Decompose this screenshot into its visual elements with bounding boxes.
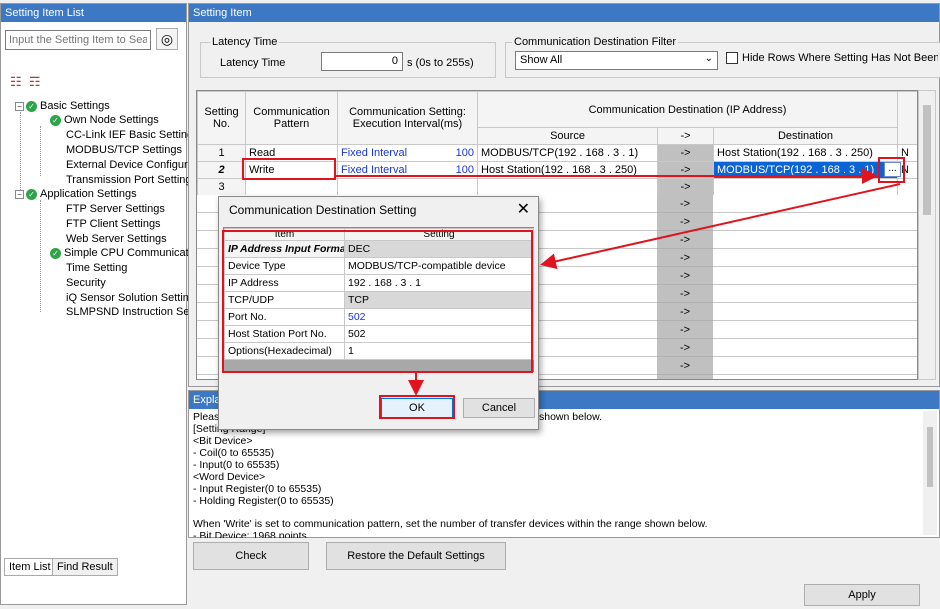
arrow-browse-to-dialog [540,183,901,270]
annotation-arrows [336,168,901,396]
